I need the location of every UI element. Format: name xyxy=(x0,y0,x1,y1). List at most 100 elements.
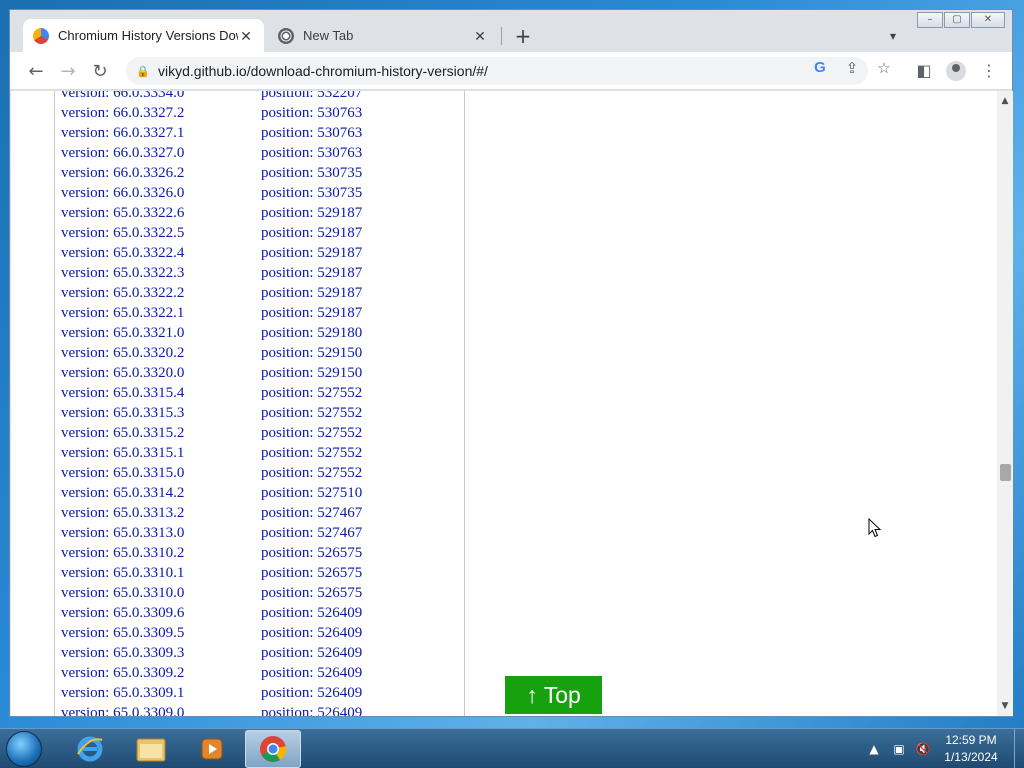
tab-chromium-history[interactable]: Chromium History Versions Dow ✕ xyxy=(23,19,264,52)
start-button[interactable] xyxy=(6,731,42,767)
taskbar-file-explorer[interactable] xyxy=(123,730,179,768)
scroll-down-arrow-icon[interactable]: ▼ xyxy=(997,698,1013,714)
version-link[interactable]: version: 66.0.3326.2 xyxy=(61,165,184,182)
scrollbar-thumb[interactable] xyxy=(1000,464,1011,481)
version-link[interactable]: version: 65.0.3313.2 xyxy=(61,505,184,522)
position-link[interactable]: position: 526575 xyxy=(261,565,362,582)
version-link[interactable]: version: 65.0.3315.0 xyxy=(61,465,184,482)
tab-new-tab[interactable]: New Tab ✕ xyxy=(268,19,498,52)
position-link[interactable]: position: 527552 xyxy=(261,445,362,462)
taskbar-clock[interactable]: 12:59 PM 1/13/2024 xyxy=(936,732,1006,766)
version-link[interactable]: version: 65.0.3322.2 xyxy=(61,285,184,302)
version-link[interactable]: version: 66.0.3327.1 xyxy=(61,125,184,142)
version-link[interactable]: version: 65.0.3309.0 xyxy=(61,705,184,716)
version-link[interactable]: version: 65.0.3310.1 xyxy=(61,565,184,582)
version-link[interactable]: version: 65.0.3310.0 xyxy=(61,585,184,602)
show-hidden-icons-icon[interactable]: ▲ xyxy=(866,741,882,757)
position-link[interactable]: position: 527467 xyxy=(261,525,362,542)
profile-avatar-icon[interactable] xyxy=(946,61,966,81)
position-link[interactable]: position: 529187 xyxy=(261,305,362,322)
position-link[interactable]: position: 529187 xyxy=(261,265,362,282)
position-link[interactable]: position: 527552 xyxy=(261,405,362,422)
version-link[interactable]: version: 65.0.3309.2 xyxy=(61,665,184,682)
menu-kebab-icon[interactable]: ⋮ xyxy=(978,60,1000,82)
position-link[interactable]: position: 529187 xyxy=(261,245,362,262)
version-link[interactable]: version: 65.0.3309.1 xyxy=(61,685,184,702)
position-link[interactable]: position: 526409 xyxy=(261,625,362,642)
bookmark-star-icon[interactable]: ☆ xyxy=(873,57,895,79)
version-link[interactable]: version: 65.0.3321.0 xyxy=(61,325,184,342)
scroll-up-arrow-icon[interactable]: ▲ xyxy=(997,93,1013,109)
version-link[interactable]: version: 65.0.3322.4 xyxy=(61,245,184,262)
reload-icon[interactable]: ↻ xyxy=(89,61,111,83)
position-link[interactable]: position: 527552 xyxy=(261,425,362,442)
position-link[interactable]: position: 526409 xyxy=(261,605,362,622)
version-link[interactable]: version: 65.0.3322.1 xyxy=(61,305,184,322)
version-link[interactable]: version: 65.0.3322.3 xyxy=(61,265,184,282)
version-link[interactable]: version: 65.0.3320.0 xyxy=(61,365,184,382)
version-link[interactable]: version: 65.0.3322.5 xyxy=(61,225,184,242)
position-link[interactable]: position: 526409 xyxy=(261,685,362,702)
back-arrow-icon[interactable]: ← xyxy=(25,61,47,83)
close-tab-icon[interactable]: ✕ xyxy=(238,28,254,44)
vertical-scrollbar[interactable]: ▲ ▼ xyxy=(997,91,1013,716)
taskbar-media-player[interactable] xyxy=(184,730,240,768)
position-link[interactable]: position: 527552 xyxy=(261,385,362,402)
position-link[interactable]: position: 526409 xyxy=(261,645,362,662)
position-link[interactable]: position: 529187 xyxy=(261,285,362,302)
position-link[interactable]: position: 530735 xyxy=(261,165,362,182)
version-link[interactable]: version: 66.0.3326.0 xyxy=(61,185,184,202)
position-link[interactable]: position: 526409 xyxy=(261,665,362,682)
position-link[interactable]: position: 526575 xyxy=(261,545,362,562)
close-tab-icon[interactable]: ✕ xyxy=(472,28,488,44)
version-link[interactable]: version: 66.0.3334.0 xyxy=(61,91,184,102)
taskbar-chrome[interactable] xyxy=(245,730,301,768)
position-link[interactable]: position: 529150 xyxy=(261,345,362,362)
position-link[interactable]: position: 530763 xyxy=(261,125,362,142)
forward-arrow-icon[interactable]: → xyxy=(57,61,79,83)
position-link[interactable]: position: 526409 xyxy=(261,705,362,716)
show-desktop-button[interactable] xyxy=(1014,729,1024,768)
position-link[interactable]: position: 532207 xyxy=(261,91,362,102)
version-link[interactable]: version: 65.0.3315.2 xyxy=(61,425,184,442)
position-link[interactable]: position: 530763 xyxy=(261,105,362,122)
google-lens-icon[interactable]: G xyxy=(809,57,831,79)
version-link[interactable]: version: 65.0.3310.2 xyxy=(61,545,184,562)
position-link[interactable]: position: 527510 xyxy=(261,485,362,502)
position-link[interactable]: position: 529150 xyxy=(261,365,362,382)
taskbar-internet-explorer[interactable] xyxy=(62,730,118,768)
position-link[interactable]: position: 527467 xyxy=(261,505,362,522)
version-link[interactable]: version: 65.0.3309.5 xyxy=(61,625,184,642)
version-link[interactable]: version: 65.0.3322.6 xyxy=(61,205,184,222)
position-link[interactable]: position: 526575 xyxy=(261,585,362,602)
tab-search-chevron-icon[interactable]: ▾ xyxy=(883,26,903,46)
version-link[interactable]: version: 65.0.3320.2 xyxy=(61,345,184,362)
version-link[interactable]: version: 66.0.3327.2 xyxy=(61,105,184,122)
version-link[interactable]: version: 65.0.3314.2 xyxy=(61,485,184,502)
minimize-button[interactable]: – xyxy=(917,12,943,28)
scroll-top-button[interactable]: ↑ Top xyxy=(505,676,602,714)
position-link[interactable]: position: 529187 xyxy=(261,205,362,222)
position-link[interactable]: position: 530763 xyxy=(261,145,362,162)
url-text[interactable]: vikyd.github.io/download-chromium-histor… xyxy=(158,63,488,79)
version-link[interactable]: version: 65.0.3315.3 xyxy=(61,405,184,422)
version-link[interactable]: version: 65.0.3315.1 xyxy=(61,445,184,462)
position-link[interactable]: position: 530735 xyxy=(261,185,362,202)
position-link[interactable]: position: 527552 xyxy=(261,465,362,482)
position-link[interactable]: position: 529180 xyxy=(261,325,362,342)
address-bar[interactable]: 🔒 vikyd.github.io/download-chromium-hist… xyxy=(126,57,868,85)
network-icon[interactable]: ▣ xyxy=(891,741,907,757)
version-link[interactable]: version: 66.0.3327.0 xyxy=(61,145,184,162)
share-icon[interactable]: ⇪ xyxy=(841,57,863,79)
version-link[interactable]: version: 65.0.3315.4 xyxy=(61,385,184,402)
version-link[interactable]: version: 65.0.3313.0 xyxy=(61,525,184,542)
side-panel-icon[interactable]: ◧ xyxy=(913,60,935,82)
close-window-button[interactable]: ✕ xyxy=(971,12,1005,28)
version-link[interactable]: version: 65.0.3309.3 xyxy=(61,645,184,662)
volume-muted-icon[interactable]: 🔇 xyxy=(915,741,931,757)
new-tab-plus-icon[interactable]: + xyxy=(512,25,534,47)
version-link[interactable]: version: 65.0.3309.6 xyxy=(61,605,184,622)
position-link[interactable]: position: 529187 xyxy=(261,225,362,242)
lock-icon[interactable]: 🔒 xyxy=(136,65,150,78)
maximize-button[interactable]: ▢ xyxy=(944,12,970,28)
